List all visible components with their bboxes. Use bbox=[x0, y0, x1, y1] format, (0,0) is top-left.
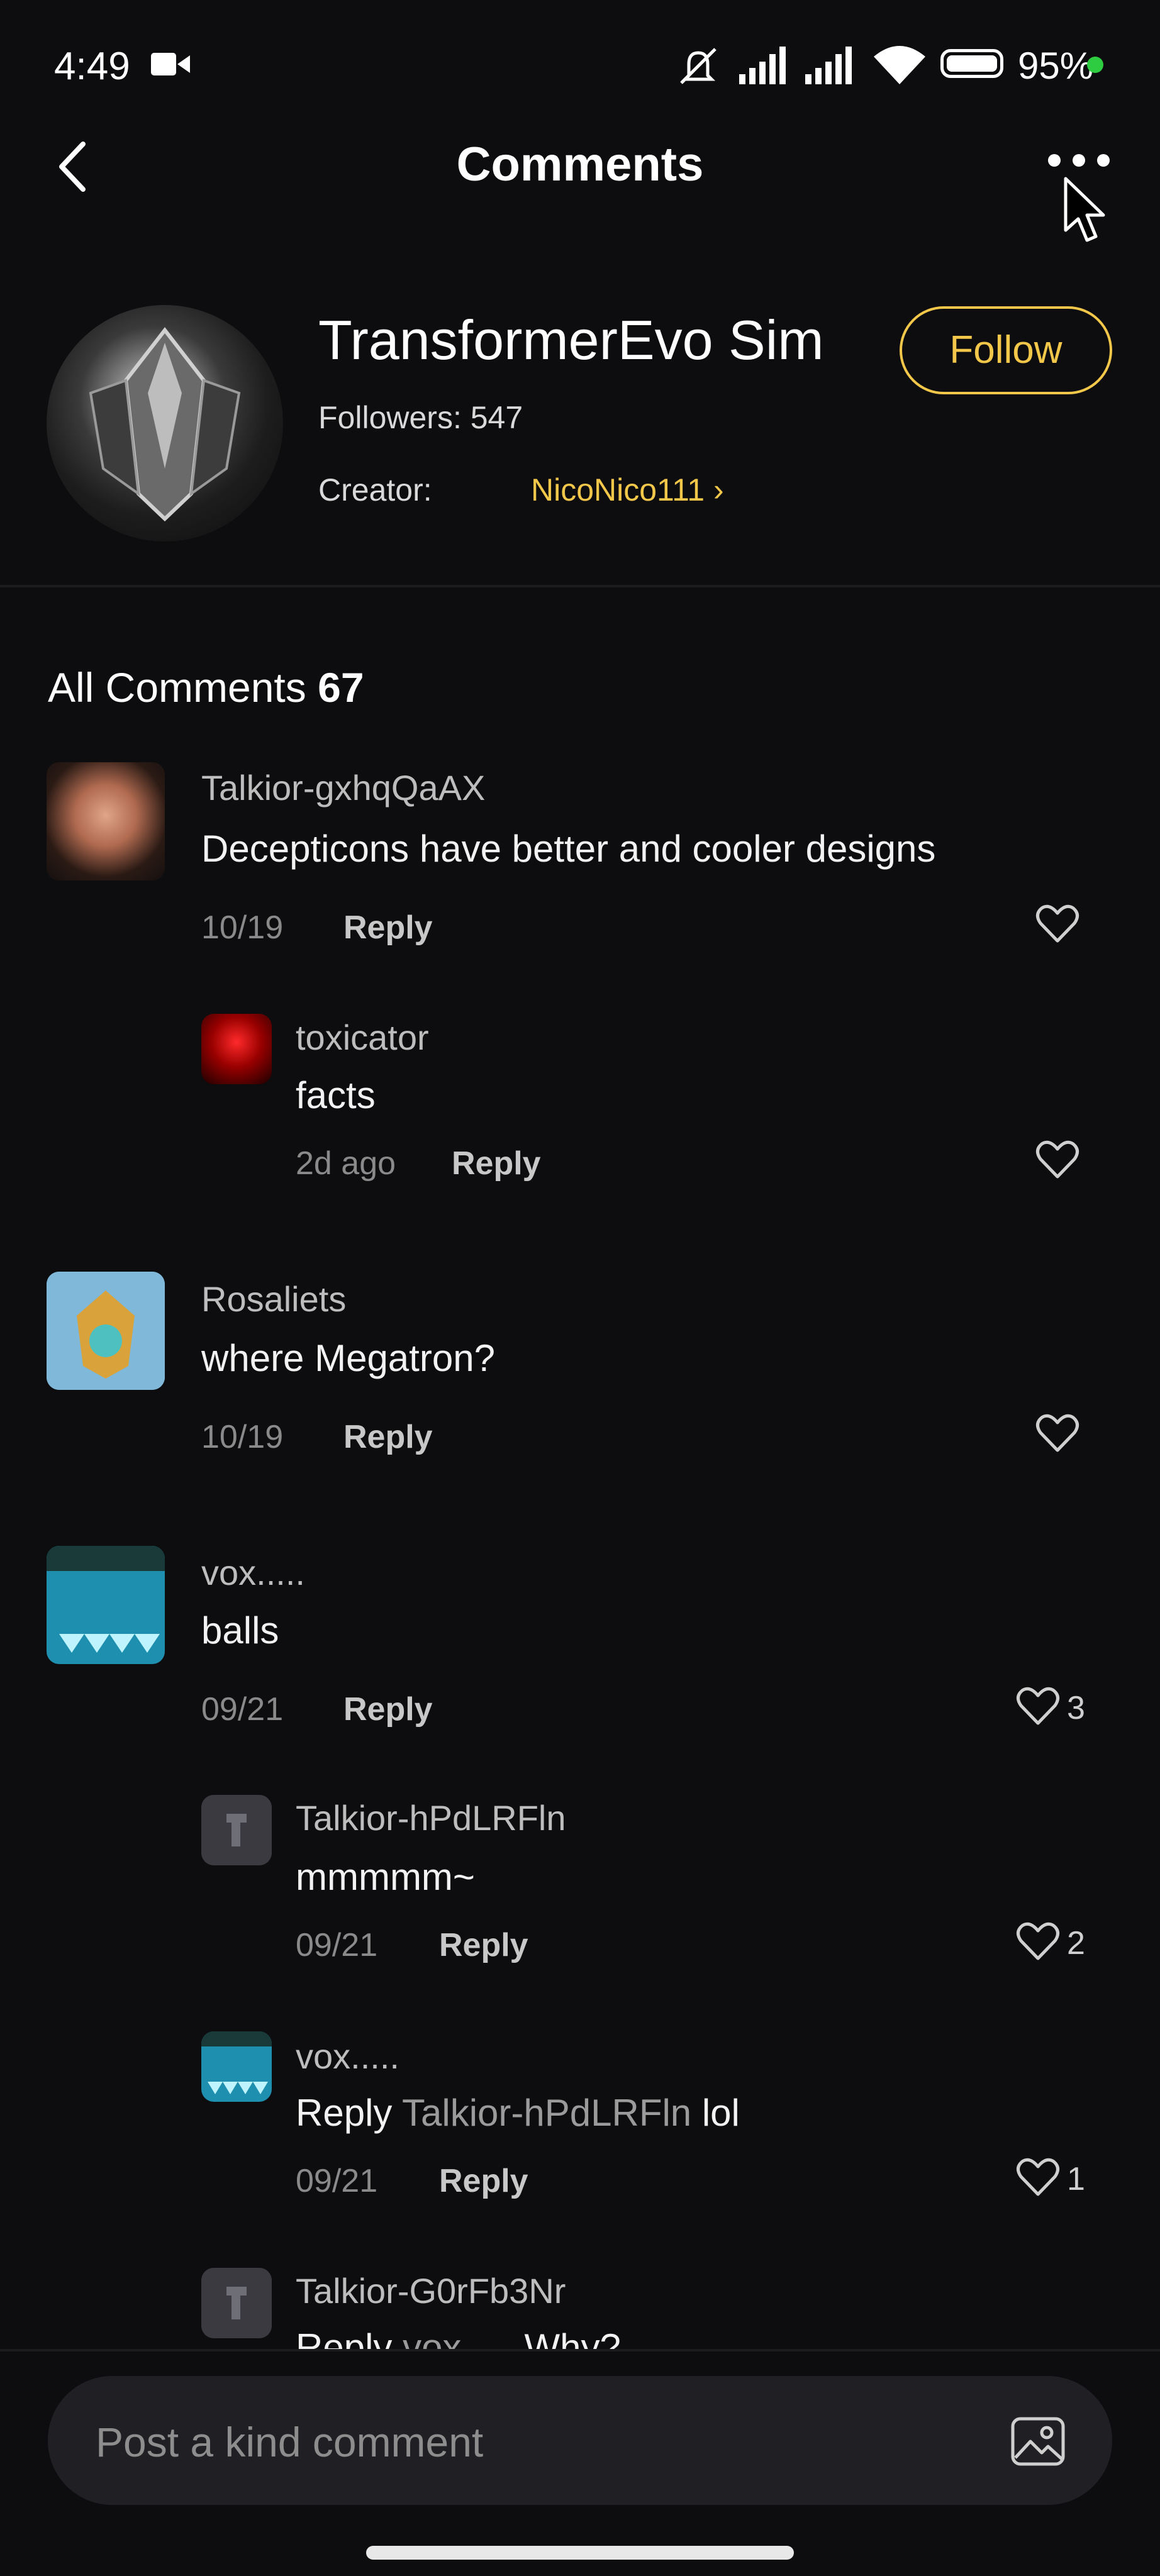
reply-button[interactable]: Reply bbox=[439, 2162, 528, 2200]
video-camera-icon bbox=[151, 53, 190, 75]
status-time: 4:49 bbox=[54, 45, 130, 88]
reply-prefix: Reply bbox=[296, 2326, 393, 2349]
battery-percent: 95% bbox=[1018, 45, 1094, 87]
avatar[interactable] bbox=[201, 2268, 272, 2338]
image-icon[interactable] bbox=[1009, 2412, 1067, 2470]
comment-username[interactable]: vox..... bbox=[201, 1552, 305, 1593]
comment-date: 10/19 bbox=[201, 1419, 284, 1455]
comments-count: 67 bbox=[318, 664, 364, 711]
follow-button[interactable]: Follow bbox=[900, 306, 1112, 394]
reply-button[interactable]: Reply bbox=[439, 1926, 528, 1964]
creator-link[interactable]: NicoNico111 › bbox=[531, 472, 724, 508]
comment-date: 10/19 bbox=[201, 909, 284, 946]
comment-date: 09/21 bbox=[296, 1927, 378, 1963]
divider bbox=[0, 2349, 1160, 2351]
mute-bell-icon bbox=[680, 48, 717, 84]
reply-button[interactable]: Reply bbox=[343, 1690, 433, 1728]
game-name: TransformerEvo Sim bbox=[318, 309, 824, 371]
comment-username[interactable]: Talkior-hPdLRFln bbox=[296, 1797, 566, 1838]
comment-clip: Talkior-G0rFb3Nr Reply vox..... Why? bbox=[0, 2251, 1160, 2349]
avatar[interactable] bbox=[201, 2031, 272, 2102]
heart-outline-icon[interactable] bbox=[1035, 1414, 1079, 1453]
like-count: 2 bbox=[1067, 1925, 1085, 1962]
comment-username[interactable]: Talkior-gxhqQaAX bbox=[201, 767, 485, 808]
comment-text: Reply vox..... Why? bbox=[296, 2326, 621, 2349]
divider bbox=[0, 585, 1160, 587]
page-title: Comments bbox=[456, 138, 704, 191]
reply-button[interactable]: Reply bbox=[452, 1145, 541, 1182]
like-count: 3 bbox=[1067, 1690, 1085, 1726]
comment-text: balls bbox=[201, 1609, 279, 1652]
heart-outline-icon[interactable] bbox=[1016, 1687, 1060, 1726]
mouse-cursor-icon bbox=[1064, 177, 1105, 242]
comments-heading: All Comments 67 bbox=[48, 663, 364, 711]
avatar[interactable] bbox=[201, 1014, 272, 1084]
heart-outline-icon[interactable] bbox=[1016, 1922, 1060, 1961]
comment-body: lol bbox=[701, 2092, 740, 2134]
mention-username[interactable]: vox..... bbox=[403, 2326, 514, 2349]
comment-date: 09/21 bbox=[296, 2163, 378, 2199]
comment-text: facts bbox=[296, 1074, 376, 1116]
heart-outline-icon[interactable] bbox=[1035, 1140, 1079, 1179]
default-avatar-icon bbox=[201, 1795, 272, 1865]
comment-date: 09/21 bbox=[201, 1691, 284, 1728]
comment-body: Why? bbox=[524, 2326, 621, 2349]
avatar[interactable] bbox=[47, 1546, 165, 1664]
comment-input-placeholder[interactable]: Post a kind comment bbox=[96, 2418, 483, 2466]
heart-outline-icon[interactable] bbox=[1035, 904, 1079, 943]
comment-username[interactable]: Rosaliets bbox=[201, 1279, 346, 1319]
reply-prefix: Reply bbox=[296, 2092, 393, 2134]
signal-icon bbox=[739, 47, 786, 84]
comment-text: mmmmm~ bbox=[296, 1856, 475, 1898]
comment-username[interactable]: Talkior-G0rFb3Nr bbox=[296, 2270, 566, 2311]
comment-date: 2d ago bbox=[296, 1145, 396, 1182]
avatar-artwork bbox=[201, 2031, 272, 2102]
signal-icon bbox=[805, 47, 852, 84]
comments-heading-label: All Comments bbox=[48, 664, 306, 711]
home-indicator[interactable] bbox=[366, 2546, 794, 2560]
comment-text: Decepticons have better and cooler desig… bbox=[201, 828, 936, 870]
comment-username[interactable]: toxicator bbox=[296, 1017, 429, 1058]
game-avatar[interactable] bbox=[47, 305, 283, 541]
comment-username[interactable]: vox..... bbox=[296, 2036, 399, 2077]
status-bar: 4:49 95% bbox=[0, 0, 1160, 132]
robot-artwork bbox=[47, 1272, 165, 1390]
reply-button[interactable]: Reply bbox=[343, 909, 433, 947]
creator-label: Creator: bbox=[318, 472, 432, 508]
privacy-indicator-dot bbox=[1087, 57, 1103, 73]
followers-count: Followers: 547 bbox=[318, 400, 523, 435]
wifi-icon bbox=[874, 46, 925, 84]
helmet-artwork bbox=[89, 327, 241, 522]
avatar-artwork bbox=[47, 1546, 165, 1664]
like-count: 1 bbox=[1067, 2161, 1085, 2197]
default-avatar-icon bbox=[201, 2268, 272, 2338]
battery-level bbox=[947, 55, 997, 72]
heart-outline-icon[interactable] bbox=[1016, 2158, 1060, 2197]
mention-username[interactable]: Talkior-hPdLRFln bbox=[402, 2092, 691, 2134]
avatar[interactable] bbox=[201, 1795, 272, 1865]
avatar[interactable] bbox=[47, 1272, 165, 1390]
avatar[interactable] bbox=[47, 762, 165, 880]
reply-button[interactable]: Reply bbox=[343, 1418, 433, 1456]
comment-text: where Megatron? bbox=[201, 1337, 495, 1379]
comment-text: Reply Talkior-hPdLRFln lol bbox=[296, 2091, 740, 2135]
